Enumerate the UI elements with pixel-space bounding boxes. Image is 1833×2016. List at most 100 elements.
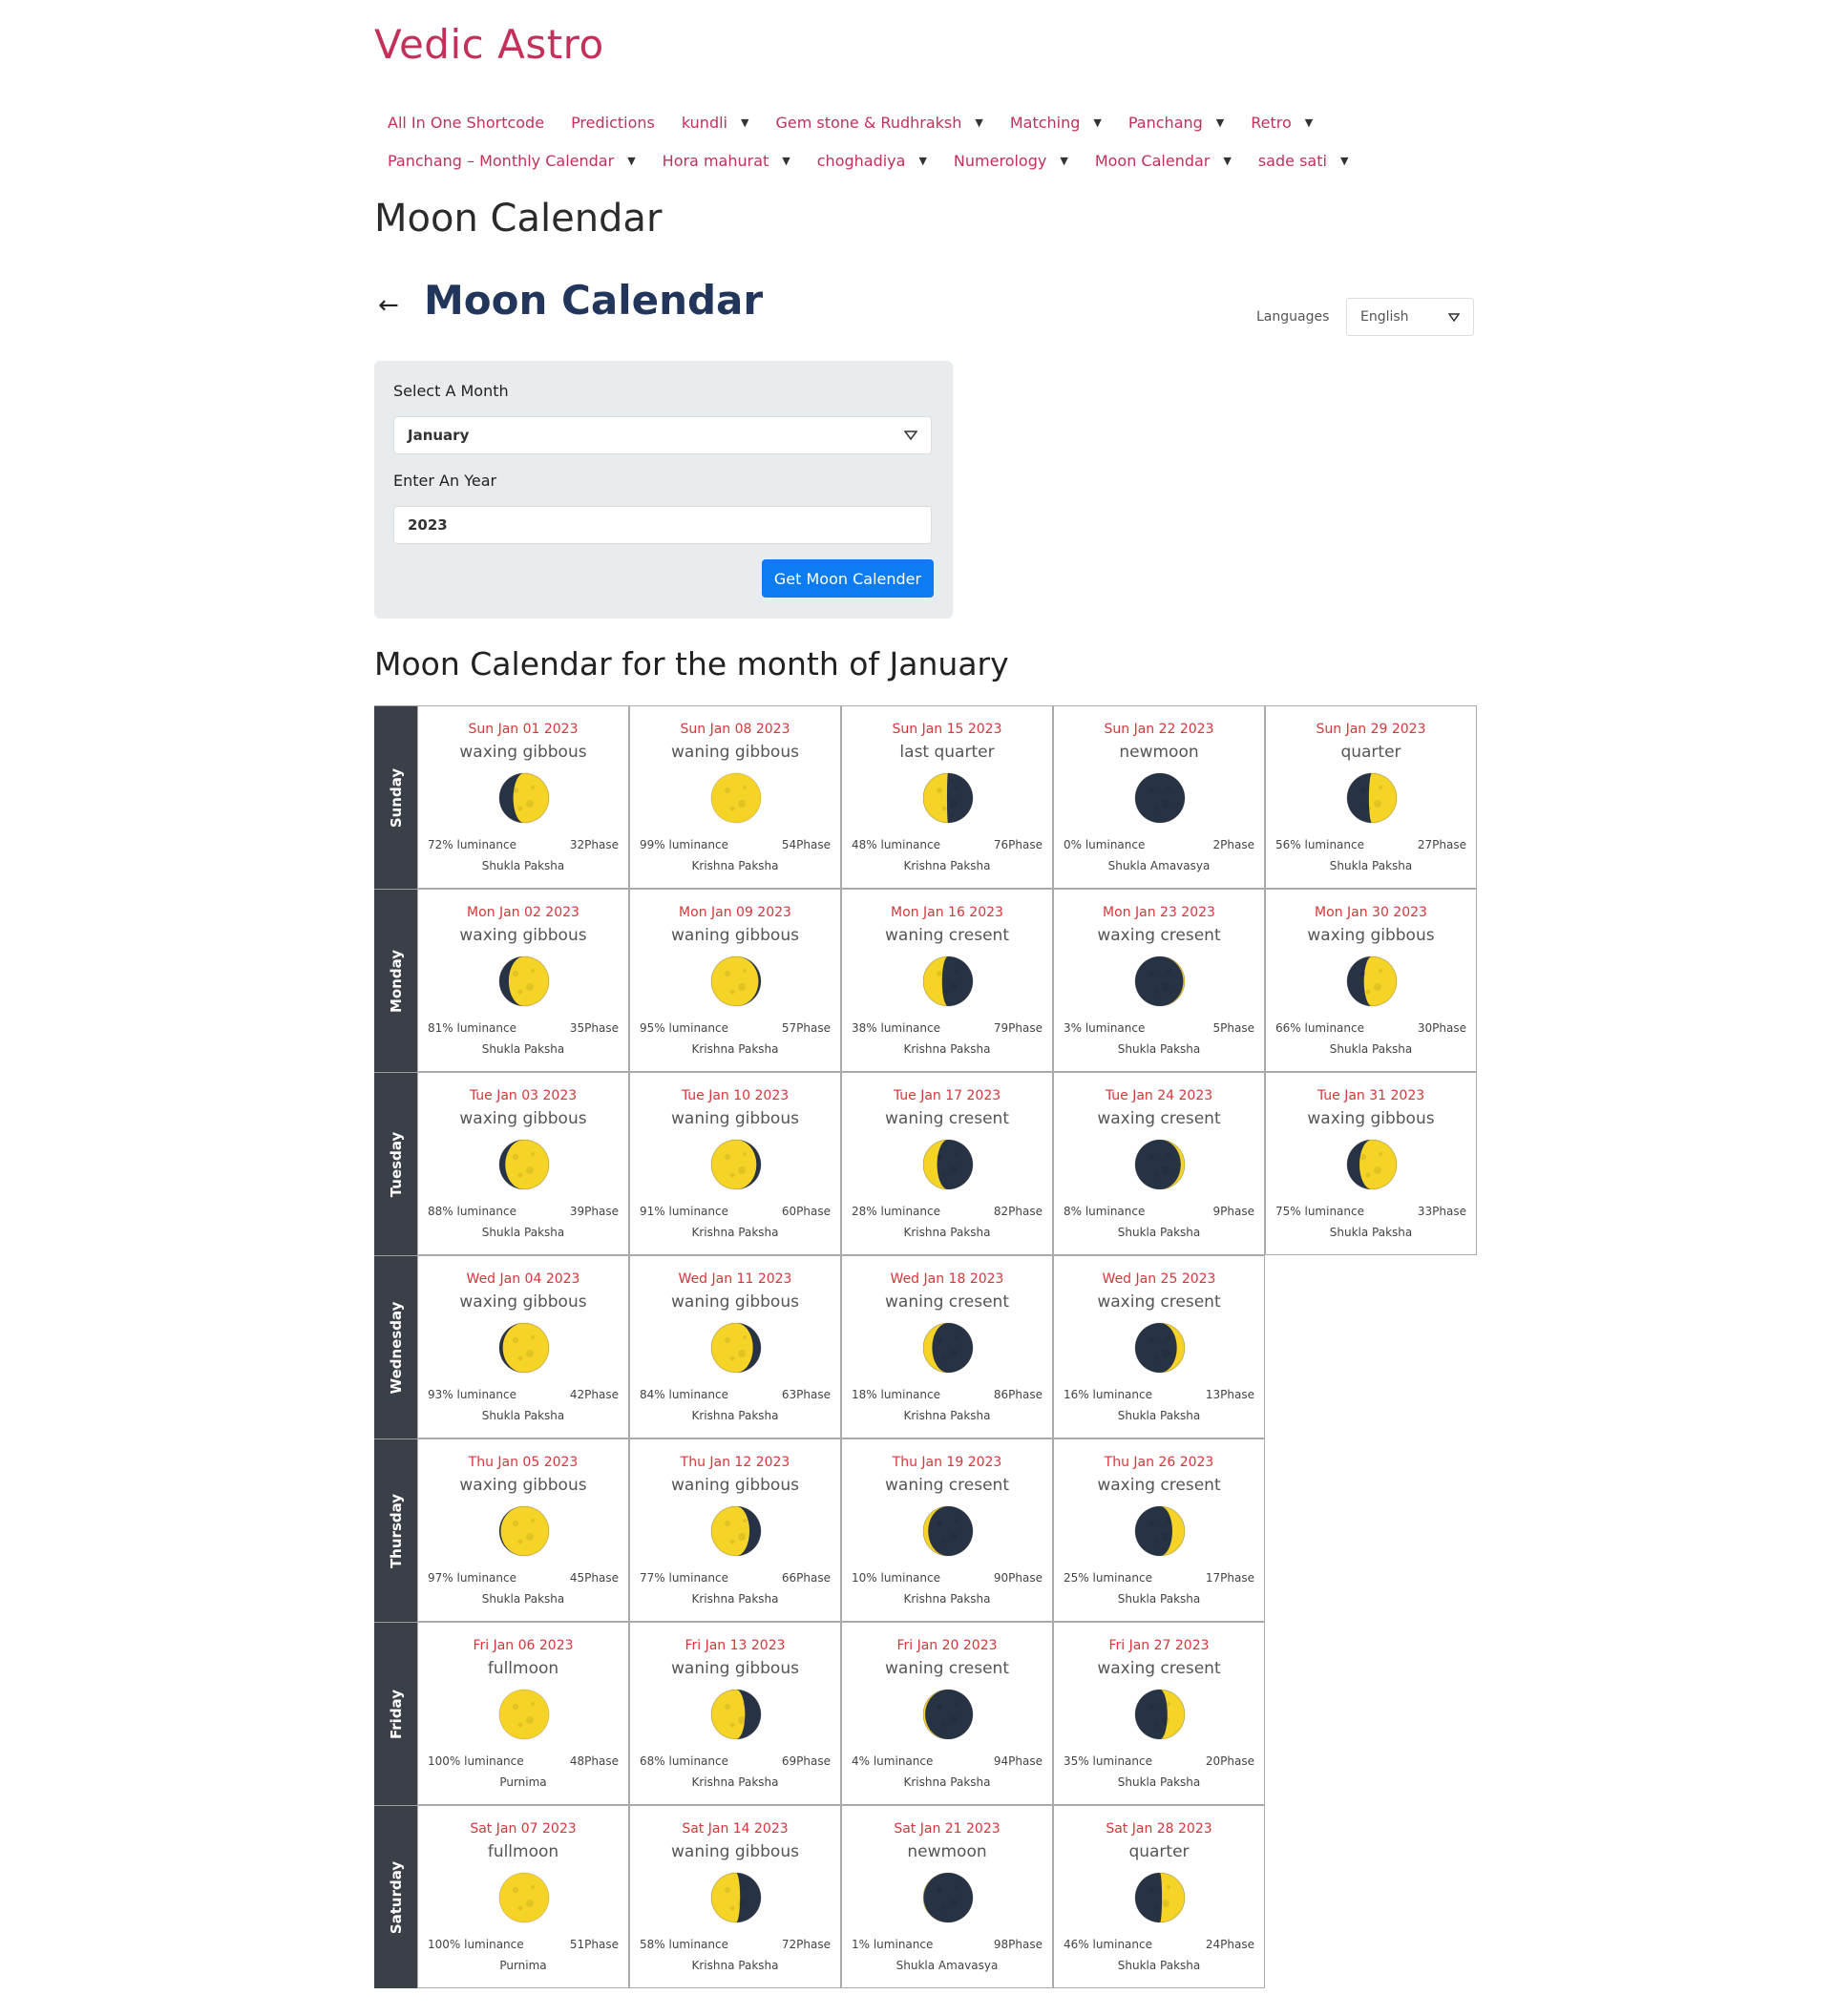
phase-name: waning gibbous bbox=[671, 1109, 799, 1128]
moon-day-cell[interactable]: Tue Jan 31 2023 waxing gibbous 75% luminan… bbox=[1265, 1072, 1477, 1255]
moon-day-cell[interactable]: Fri Jan 27 2023 waxing cresent 35% luminan… bbox=[1053, 1622, 1265, 1805]
moon-day-cell[interactable]: Tue Jan 10 2023 waning gibbous 91% luminan… bbox=[629, 1072, 841, 1255]
nav-item[interactable]: Matching ▼ bbox=[997, 114, 1115, 132]
moon-day-cell[interactable]: Mon Jan 09 2023 waning gibbous 95% luminan… bbox=[629, 889, 841, 1072]
paksha-label: Shukla Amavasya bbox=[1107, 859, 1211, 872]
caret-down-icon[interactable]: ▼ bbox=[975, 116, 982, 129]
caret-down-icon[interactable]: ▼ bbox=[1223, 155, 1231, 167]
moon-phase-icon bbox=[1134, 1872, 1186, 1923]
moon-day-cell[interactable]: Tue Jan 24 2023 waxing cresent 8% luminanc… bbox=[1053, 1072, 1265, 1255]
site-title[interactable]: Vedic Astro bbox=[374, 21, 604, 68]
weekday-label: Thursday bbox=[374, 1438, 417, 1622]
paksha-label: Krishna Paksha bbox=[903, 1409, 991, 1422]
nav-item[interactable]: Panchang ▼ bbox=[1115, 114, 1237, 132]
moon-phase-icon bbox=[922, 1689, 974, 1740]
phase-name: waxing gibbous bbox=[1307, 1109, 1435, 1128]
moon-day-cell[interactable]: Sun Jan 15 2023 last quarter 48% luminance… bbox=[841, 705, 1053, 889]
moon-day-cell[interactable]: Fri Jan 20 2023 waning cresent 4% luminanc… bbox=[841, 1622, 1053, 1805]
day-date: Mon Jan 30 2023 bbox=[1315, 905, 1427, 920]
paksha-label: Krishna Paksha bbox=[691, 1775, 779, 1789]
nav-item[interactable]: All In One Shortcode bbox=[374, 114, 558, 132]
moon-day-cell[interactable]: Mon Jan 02 2023 waxing gibbous 81% luminan… bbox=[417, 889, 629, 1072]
day-date: Tue Jan 03 2023 bbox=[469, 1088, 578, 1103]
month-label: Select A Month bbox=[393, 382, 509, 400]
language-select[interactable]: English bbox=[1346, 298, 1474, 336]
phase-name: waning gibbous bbox=[671, 926, 799, 945]
day-date: Fri Jan 06 2023 bbox=[473, 1638, 574, 1653]
day-date: Mon Jan 16 2023 bbox=[891, 905, 1003, 920]
caret-down-icon[interactable]: ▼ bbox=[627, 155, 635, 167]
nav-item[interactable]: Moon Calendar ▼ bbox=[1082, 152, 1245, 170]
moon-day-cell[interactable]: Wed Jan 25 2023 waxing cresent 16% luminan… bbox=[1053, 1255, 1265, 1438]
moon-day-cell[interactable]: Mon Jan 30 2023 waxing gibbous 66% luminan… bbox=[1265, 889, 1477, 1072]
caret-down-icon[interactable]: ▼ bbox=[918, 155, 926, 167]
moon-phase-icon bbox=[710, 1322, 762, 1374]
day-date: Fri Jan 27 2023 bbox=[1108, 1638, 1210, 1653]
caret-down-icon[interactable]: ▼ bbox=[1093, 116, 1101, 129]
phase-name: waxing gibbous bbox=[459, 1109, 587, 1128]
moon-day-cell[interactable]: Sun Jan 01 2023 waxing gibbous 72% luminan… bbox=[417, 705, 629, 889]
moon-day-cell[interactable]: Thu Jan 12 2023 waning gibbous 77% luminan… bbox=[629, 1438, 841, 1622]
moon-day-cell[interactable]: Sun Jan 08 2023 waning gibbous 99% luminan… bbox=[629, 705, 841, 889]
phase-name: waning cresent bbox=[885, 1659, 1009, 1678]
moon-day-cell[interactable]: Fri Jan 13 2023 waning gibbous 68% luminan… bbox=[629, 1622, 841, 1805]
caret-down-icon[interactable]: ▼ bbox=[1340, 155, 1348, 167]
moon-day-cell[interactable]: Thu Jan 05 2023 waxing gibbous 97% luminan… bbox=[417, 1438, 629, 1622]
day-date: Sat Jan 07 2023 bbox=[470, 1821, 577, 1837]
phase-number: 17Phase bbox=[1205, 1571, 1254, 1585]
phase-name: waning gibbous bbox=[671, 1292, 799, 1312]
moon-day-cell[interactable]: Fri Jan 06 2023 fullmoon 100% luminance 48P… bbox=[417, 1622, 629, 1805]
moon-day-cell[interactable]: Tue Jan 17 2023 waning cresent 28% luminan… bbox=[841, 1072, 1053, 1255]
moon-day-cell[interactable]: Thu Jan 19 2023 waning cresent 10% luminan… bbox=[841, 1438, 1053, 1622]
nav-item[interactable]: Retro ▼ bbox=[1237, 114, 1326, 132]
phase-number: 57Phase bbox=[781, 1021, 831, 1035]
moon-phase-icon bbox=[1134, 956, 1186, 1007]
day-date: Sun Jan 22 2023 bbox=[1104, 722, 1214, 737]
nav-item[interactable]: Predictions bbox=[558, 114, 668, 132]
nav-item[interactable]: sade sati ▼ bbox=[1245, 152, 1362, 170]
paksha-label: Shukla Paksha bbox=[1117, 1775, 1201, 1789]
nav-item[interactable]: Panchang – Monthly Calendar ▼ bbox=[374, 152, 649, 170]
moon-phase-icon bbox=[498, 1322, 550, 1374]
moon-day-cell[interactable]: Wed Jan 11 2023 waning gibbous 84% luminan… bbox=[629, 1255, 841, 1438]
caret-down-icon[interactable]: ▼ bbox=[782, 155, 790, 167]
moon-day-cell[interactable]: Sat Jan 07 2023 fullmoon 100% luminance 51P… bbox=[417, 1805, 629, 1988]
caret-down-icon[interactable]: ▼ bbox=[741, 116, 748, 129]
moon-day-cell[interactable]: Mon Jan 16 2023 waning cresent 38% luminan… bbox=[841, 889, 1053, 1072]
phase-name: quarter bbox=[1128, 1842, 1190, 1861]
paksha-label: Krishna Paksha bbox=[691, 1409, 779, 1422]
moon-day-cell[interactable]: Sun Jan 22 2023 newmoon 0% luminance 2Phase… bbox=[1053, 705, 1265, 889]
caret-down-icon[interactable]: ▼ bbox=[1305, 116, 1313, 129]
nav-item[interactable]: Hora mahurat ▼ bbox=[649, 152, 804, 170]
moon-day-cell[interactable]: Sat Jan 21 2023 newmoon 1% luminance 98Phas… bbox=[841, 1805, 1053, 1988]
phase-name: waxing gibbous bbox=[459, 926, 587, 945]
chevron-down-icon bbox=[1448, 312, 1460, 322]
get-moon-calendar-button[interactable]: Get Moon Calender bbox=[762, 559, 934, 598]
nav-item-label: Matching bbox=[1009, 113, 1081, 132]
moon-day-cell[interactable]: Tue Jan 03 2023 waxing gibbous 88% luminan… bbox=[417, 1072, 629, 1255]
moon-day-cell[interactable]: Sun Jan 29 2023 quarter 56% luminance 27Pha… bbox=[1265, 705, 1477, 889]
nav-item[interactable]: Numerology ▼ bbox=[940, 152, 1082, 170]
nav-item[interactable]: choghadiya ▼ bbox=[804, 152, 940, 170]
phase-name: waxing cresent bbox=[1097, 1292, 1221, 1312]
moon-day-cell[interactable]: Sat Jan 14 2023 waning gibbous 58% luminan… bbox=[629, 1805, 841, 1988]
nav-item[interactable]: kundli ▼ bbox=[668, 114, 763, 132]
moon-day-cell[interactable]: Sat Jan 28 2023 quarter 46% luminance 24Pha… bbox=[1053, 1805, 1265, 1988]
nav-item[interactable]: Gem stone & Rudhraksh ▼ bbox=[762, 114, 996, 132]
moon-day-cell[interactable]: Wed Jan 18 2023 waning cresent 18% luminan… bbox=[841, 1255, 1053, 1438]
luminance-value: 58% luminance bbox=[640, 1938, 728, 1951]
weekday-label-text: Thursday bbox=[387, 1493, 405, 1568]
chevron-down-icon bbox=[904, 430, 917, 440]
month-select[interactable]: January bbox=[393, 416, 932, 454]
nav-row-1: All In One Shortcode Predictions kundli ▼ Ge… bbox=[374, 103, 1474, 141]
moon-day-cell[interactable]: Wed Jan 04 2023 waxing gibbous 93% luminan… bbox=[417, 1255, 629, 1438]
back-arrow-icon[interactable]: ← bbox=[378, 291, 399, 320]
day-date: Wed Jan 04 2023 bbox=[466, 1271, 580, 1287]
caret-down-icon[interactable]: ▼ bbox=[1060, 155, 1067, 167]
moon-day-cell[interactable]: Thu Jan 26 2023 waxing cresent 25% luminan… bbox=[1053, 1438, 1265, 1622]
weekday-label-text: Friday bbox=[387, 1689, 405, 1739]
caret-down-icon[interactable]: ▼ bbox=[1216, 116, 1224, 129]
moon-day-cell[interactable]: Mon Jan 23 2023 waxing cresent 3% luminanc… bbox=[1053, 889, 1265, 1072]
year-input[interactable]: 2023 bbox=[393, 506, 932, 544]
phase-number: 42Phase bbox=[569, 1388, 619, 1401]
